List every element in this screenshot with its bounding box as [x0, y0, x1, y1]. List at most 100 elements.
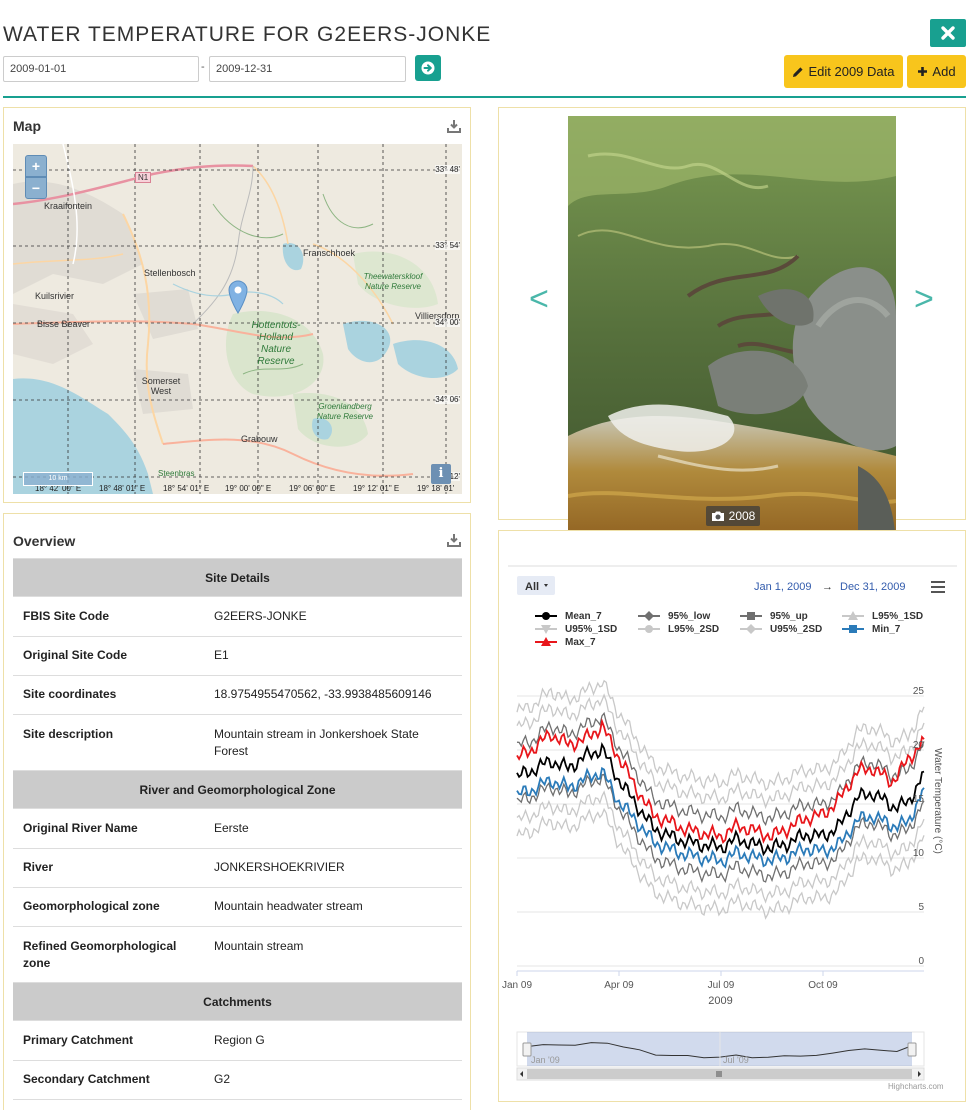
place-label: Somerset West [141, 376, 181, 396]
chart-credits[interactable]: Highcharts.com [888, 1082, 944, 1091]
legend-item[interactable]: L95%_2SD [638, 624, 719, 635]
legend-item[interactable]: L95%_1SD [842, 611, 923, 622]
add-button[interactable]: Add [907, 55, 966, 88]
range-to-label[interactable]: Dec 31, 2009 [840, 581, 905, 593]
section-header: Site Details [13, 558, 462, 597]
legend-item[interactable]: Mean_7 [535, 611, 602, 622]
map-panel: Map + − N1 Kraaifontein Franschhoek Stel… [3, 107, 471, 503]
place-label: Steenbras [158, 469, 195, 478]
table-row: Site description Mountain stream in Jonke… [13, 714, 462, 771]
zoom-out-button[interactable]: − [25, 177, 47, 199]
row-value: Mountain stream in Jonkershoek State For… [204, 714, 462, 771]
navigator-handle[interactable] [522, 1042, 532, 1057]
table-row: FBIS Site Code G2EERS-JONKE [13, 596, 462, 637]
navigator-tick-label: Jan '09 [531, 1055, 560, 1065]
photo-year-label: 2008 [728, 509, 756, 523]
end-date-input[interactable]: 2009-12-31 [209, 56, 406, 82]
legend-marker [645, 625, 653, 633]
place-label: Bisse Beaver [37, 319, 91, 329]
add-label: Add [932, 64, 956, 79]
y-tick-label: 20 [913, 740, 925, 751]
table-row: Site coordinates 18.9754955470562, -33.99… [13, 675, 462, 715]
legend-marker [849, 625, 857, 633]
section-header: Catchments [13, 982, 462, 1021]
scale-bar: 10 km [23, 472, 93, 486]
latitude-label: 34° 00' [435, 318, 460, 327]
x-tick-label: Apr 09 [604, 980, 634, 991]
place-label: Kuilsrivier [35, 291, 75, 301]
previous-photo-button[interactable]: < [529, 280, 549, 319]
legend-label: Max_7 [565, 637, 596, 648]
table-row: Refined Geomorphological zone Mountain st… [13, 926, 462, 983]
row-label: Original River Name [13, 808, 204, 849]
row-label: River [13, 848, 204, 888]
map-view[interactable]: + − N1 Kraaifontein Franschhoek Stellenb… [13, 144, 462, 494]
place-label: Grabouw [241, 434, 278, 444]
legend-item[interactable]: Max_7 [535, 637, 596, 648]
row-label: Secondary Catchment [13, 1060, 204, 1100]
range-arrow-label: → [822, 581, 833, 593]
section-heading: Catchments [13, 982, 462, 1021]
close-button[interactable] [930, 19, 966, 47]
legend-label: L95%_2SD [668, 624, 719, 635]
section-heading: River and Geomorphological Zone [13, 770, 462, 809]
y-tick-label: 15 [913, 794, 925, 805]
x-axis-title: 2009 [708, 995, 732, 1007]
chart-panel: All Jan 1, 2009 → Dec 31, 2009 Mean_7 95%… [498, 530, 966, 1102]
pencil-icon [793, 66, 804, 77]
camera-icon [711, 511, 724, 521]
place-label: Kraaifontein [44, 201, 93, 211]
row-value: Region G [204, 1020, 462, 1061]
chart-navigator[interactable]: Jan '09 Jul '09 [516, 1031, 925, 1081]
latitude-label: 33° 54' [435, 241, 460, 250]
legend-item[interactable]: Min_7 [842, 624, 901, 635]
row-value: Mountain stream [204, 926, 462, 983]
place-label: Stellenbosch [144, 268, 196, 278]
row-value: G2 [204, 1060, 462, 1100]
range-from-label[interactable]: Jan 1, 2009 [754, 581, 812, 593]
legend-item[interactable]: 95%_up [740, 611, 808, 622]
download-icon[interactable] [447, 533, 461, 547]
edit-data-button[interactable]: Edit 2009 Data [784, 55, 903, 88]
chart-grid [517, 695, 924, 967]
latitude-label: 33° 48' [435, 165, 460, 174]
longitude-label: 18° 54' 01" E [163, 484, 210, 493]
road-label: N1 [135, 172, 152, 183]
table-row-spacer [13, 1099, 462, 1110]
legend-item[interactable]: U95%_2SD [740, 624, 822, 635]
start-date-input[interactable]: 2009-01-01 [3, 56, 199, 82]
legend-item[interactable]: U95%_1SD [535, 624, 617, 635]
header-divider [3, 96, 966, 98]
row-label: Refined Geomorphological zone [13, 926, 204, 983]
reserve-label: Groenlandberg Nature Reserve [316, 402, 374, 421]
series-line-u95-2sd [516, 679, 925, 792]
zoom-in-button[interactable]: + [25, 155, 47, 177]
download-icon[interactable] [447, 119, 461, 133]
site-marker-icon[interactable] [228, 280, 248, 314]
row-label: Site coordinates [13, 675, 204, 715]
table-row: Original River Name Eerste [13, 808, 462, 849]
temperature-chart[interactable]: All Jan 1, 2009 → Dec 31, 2009 Mean_7 95%… [499, 531, 967, 1103]
map-info-button[interactable]: i [431, 464, 451, 484]
site-photo[interactable] [568, 116, 896, 554]
place-label: Franschhoek [303, 248, 356, 258]
chart-series [516, 679, 925, 920]
row-label: FBIS Site Code [13, 596, 204, 637]
row-value: Eerste [204, 808, 462, 849]
legend-item[interactable]: 95%_low [638, 611, 710, 622]
longitude-label: 19° 06' 00" E [289, 484, 336, 493]
y-tick-label: 25 [913, 686, 925, 697]
legend-label: Mean_7 [565, 611, 602, 622]
plus-icon [918, 67, 928, 76]
chart-menu-icon[interactable] [931, 581, 945, 593]
photo-panel: < > 2008 [498, 107, 966, 554]
row-label: Original Site Code [13, 636, 204, 676]
y-tick-label: 5 [918, 902, 924, 913]
apply-date-range-button[interactable] [415, 55, 441, 81]
chart-legend: Mean_7 95%_low 95%_up L95%_1SD U95%_1SD L95%_… [535, 611, 923, 648]
y-axis-title: Water Temperature (°C) [932, 748, 943, 854]
legend-marker [746, 624, 756, 634]
navigator-handle[interactable] [907, 1042, 917, 1057]
legend-marker [542, 612, 550, 620]
next-photo-button[interactable]: > [914, 280, 934, 319]
